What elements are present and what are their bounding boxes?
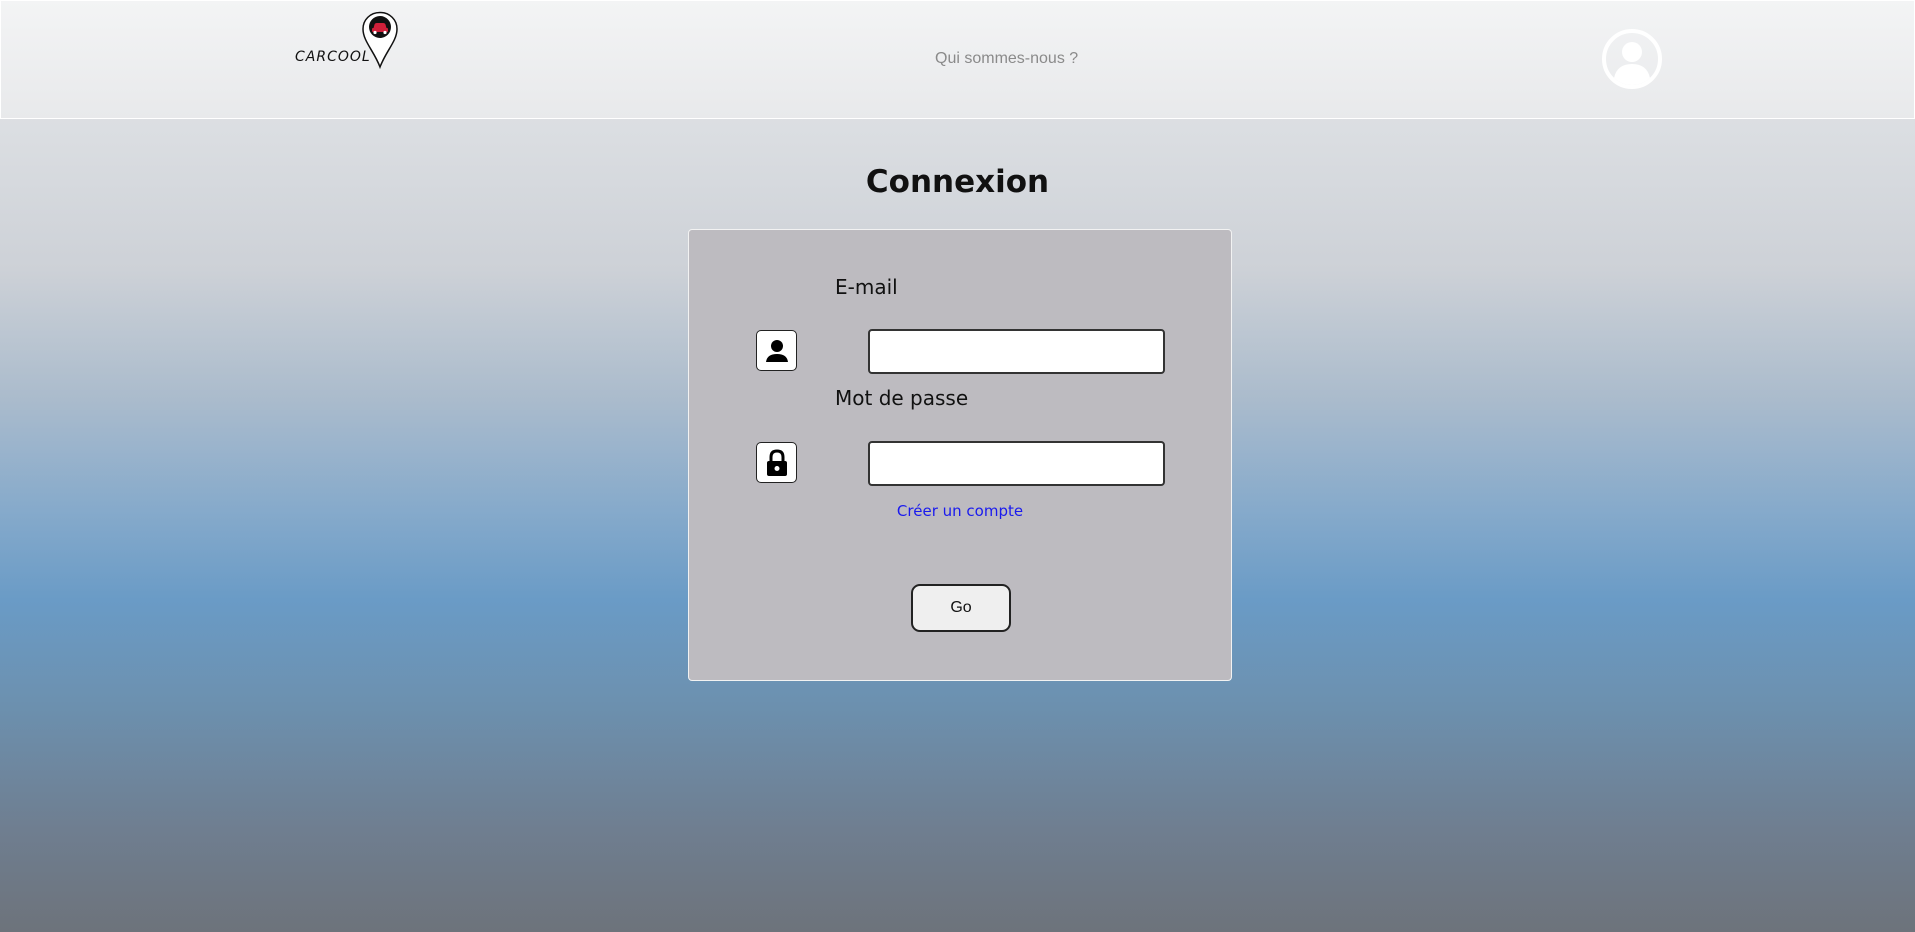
person-icon-box [756,330,797,371]
email-label: E-mail [835,275,898,299]
login-card: E-mail Mot de passe Créer un compte Go [688,229,1232,681]
lock-icon-box [756,442,797,483]
logo-text: CARCOOL [295,49,371,65]
email-field[interactable] [868,329,1165,374]
password-field[interactable] [868,441,1165,486]
password-label: Mot de passe [835,386,969,410]
user-avatar-icon[interactable] [1601,28,1663,90]
map-pin-car-icon [362,11,398,69]
top-header: CARCOOL Qui sommes-nous ? [0,0,1915,119]
person-icon [765,339,788,362]
create-account-link[interactable]: Créer un compte [689,502,1231,520]
page-title: Connexion [865,164,1050,200]
go-button[interactable]: Go [911,584,1011,632]
logo[interactable]: CARCOOL [295,11,405,71]
lock-icon [766,448,787,476]
nav-link-about[interactable]: Qui sommes-nous ? [935,50,1078,68]
